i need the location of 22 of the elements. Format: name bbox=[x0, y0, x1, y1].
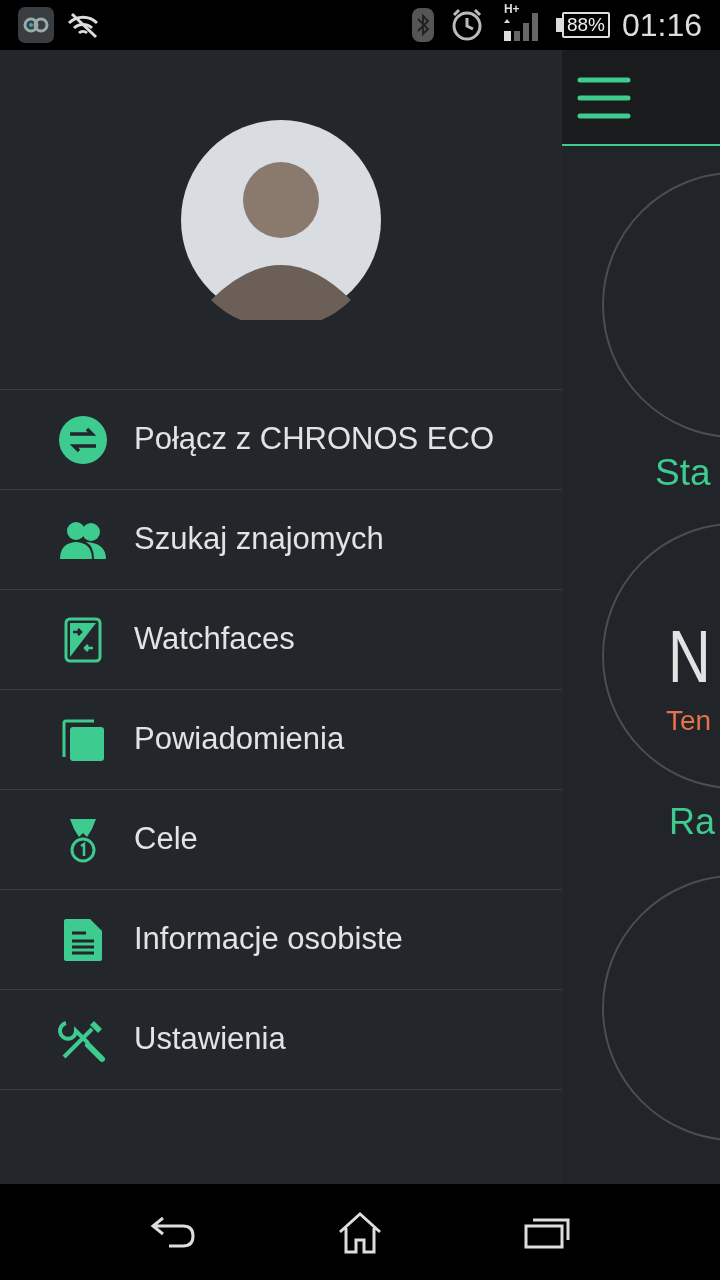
menu-item[interactable]: Szukaj znajomych bbox=[0, 490, 562, 590]
section-heading: Ra bbox=[669, 804, 716, 840]
menu-item[interactable]: Watchfaces bbox=[0, 590, 562, 690]
stat-value: N bbox=[668, 620, 708, 694]
menu-item[interactable]: Powiadomienia bbox=[0, 690, 562, 790]
wifi-off-icon bbox=[66, 11, 100, 39]
bluetooth-icon bbox=[411, 8, 434, 42]
app-notification-icon bbox=[18, 7, 54, 43]
menu-icon[interactable] bbox=[576, 76, 632, 120]
network-type-label: H+ bbox=[503, 3, 520, 15]
avatar-icon[interactable] bbox=[181, 119, 381, 320]
home-icon[interactable] bbox=[336, 1210, 384, 1254]
battery-tip-icon bbox=[555, 18, 562, 32]
swap-arrows-icon bbox=[56, 414, 110, 465]
menu-item[interactable]: Połącz z CHRONOS ECO bbox=[0, 390, 562, 490]
menu-item[interactable]: Informacje osobiste bbox=[0, 890, 562, 990]
battery-level: 88% bbox=[561, 12, 610, 38]
clock-time: 01:16 bbox=[621, 9, 702, 41]
section-heading: Sta bbox=[655, 454, 711, 491]
stat-caption: Ten bbox=[666, 707, 712, 735]
menu-item[interactable]: Cele bbox=[0, 790, 562, 890]
menu-item[interactable]: Ustawienia bbox=[0, 990, 562, 1090]
